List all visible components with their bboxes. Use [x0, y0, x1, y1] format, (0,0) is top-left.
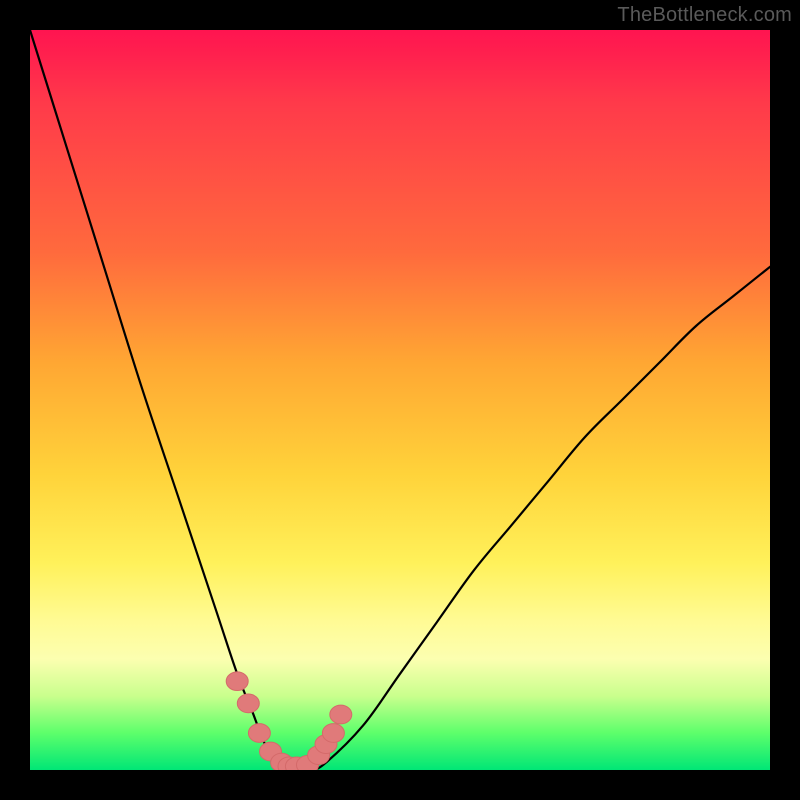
plot-area	[30, 30, 770, 770]
highlighted-dot	[322, 724, 344, 743]
watermark-text: TheBottleneck.com	[617, 4, 792, 27]
highlighted-dot	[248, 724, 270, 743]
highlighted-dot	[237, 694, 259, 713]
highlighted-dot	[226, 672, 248, 691]
chart-svg	[30, 30, 770, 770]
highlighted-dot	[330, 705, 352, 724]
outer-black-frame: TheBottleneck.com	[0, 0, 800, 800]
bottleneck-curve-line	[30, 30, 770, 770]
